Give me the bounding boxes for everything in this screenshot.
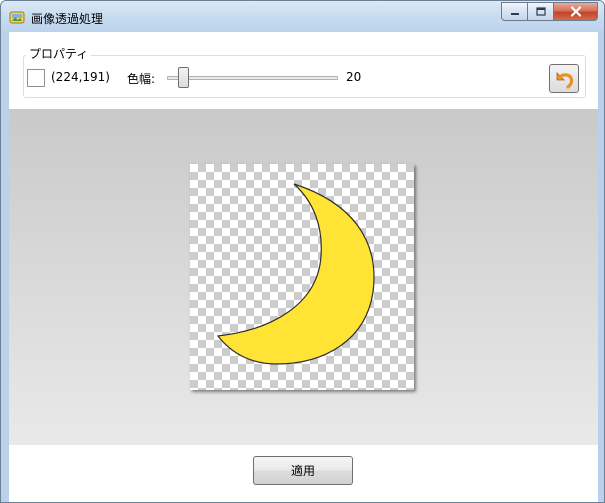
window-controls bbox=[501, 2, 598, 22]
crescent-moon-image bbox=[216, 183, 375, 365]
picked-color-swatch[interactable] bbox=[27, 69, 45, 87]
image-canvas[interactable] bbox=[190, 164, 414, 390]
color-width-slider[interactable] bbox=[167, 76, 338, 80]
color-width-value: 20 bbox=[346, 70, 362, 84]
close-icon bbox=[570, 6, 581, 17]
image-app-icon bbox=[9, 11, 25, 24]
undo-button[interactable] bbox=[549, 64, 579, 93]
title-bar[interactable]: 画像透過処理 bbox=[1, 1, 604, 32]
close-button[interactable] bbox=[554, 2, 598, 21]
color-width-slider-thumb[interactable] bbox=[178, 67, 189, 88]
undo-arrow-icon bbox=[556, 71, 574, 89]
picked-coordinates: (224,191) bbox=[51, 70, 110, 84]
maximize-button[interactable] bbox=[528, 2, 554, 21]
preview-area bbox=[9, 109, 598, 445]
minimize-icon bbox=[510, 12, 519, 15]
properties-legend: プロパティ bbox=[26, 45, 92, 62]
window: 画像透過処理 プロパティ (224,191) 色幅: 20 適用 bbox=[0, 0, 605, 503]
minimize-button[interactable] bbox=[501, 2, 528, 21]
color-width-label: 色幅: bbox=[127, 72, 156, 86]
client-area: プロパティ (224,191) 色幅: 20 適用 bbox=[9, 32, 598, 502]
maximize-icon bbox=[535, 7, 546, 16]
apply-button[interactable]: 適用 bbox=[253, 456, 353, 485]
window-title: 画像透過処理 bbox=[31, 12, 104, 26]
